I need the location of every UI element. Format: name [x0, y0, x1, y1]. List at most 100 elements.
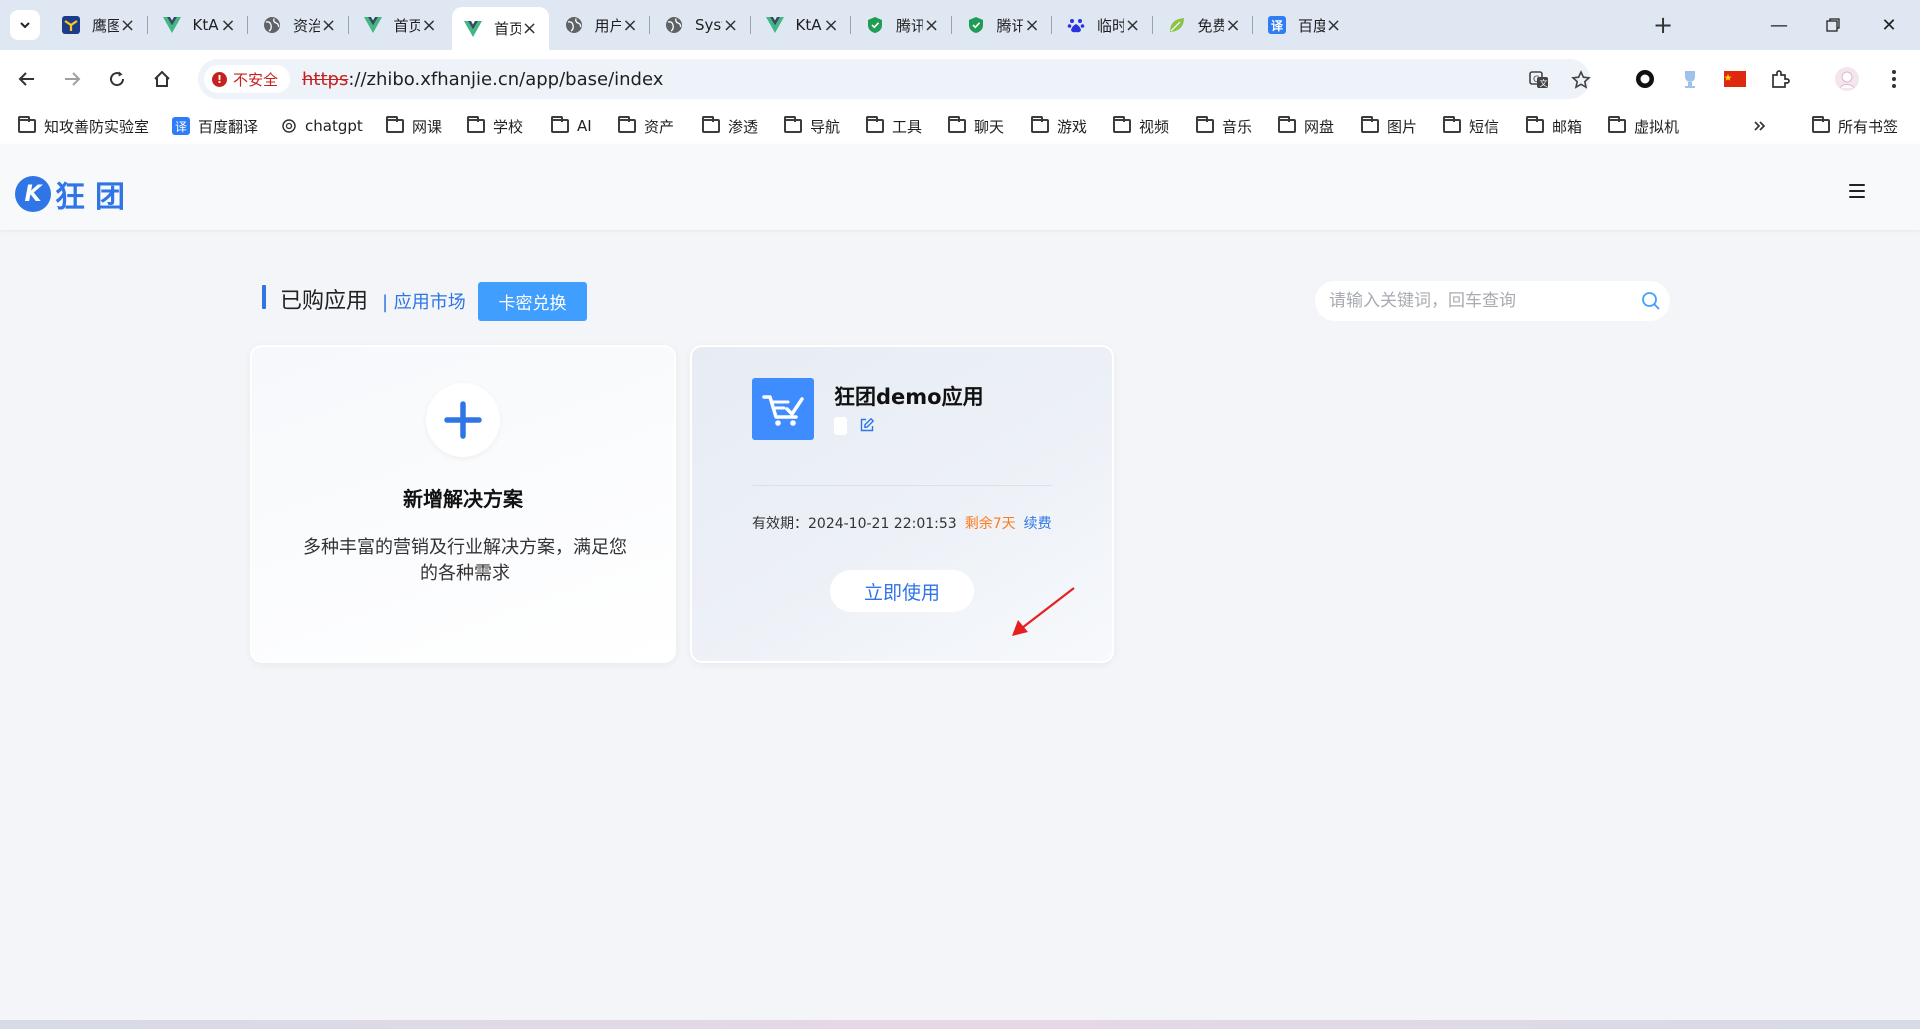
menu-toggle-button[interactable]: [1849, 184, 1865, 198]
renew-link[interactable]: 续费: [1024, 516, 1052, 532]
reload-button[interactable]: [102, 64, 132, 94]
new-tab-button[interactable]: +: [1650, 11, 1676, 39]
translate-page-icon[interactable]: G文: [1528, 69, 1550, 91]
extension-flag-icon[interactable]: [1722, 66, 1748, 92]
vue-icon: [162, 16, 181, 34]
close-icon[interactable]: ×: [420, 15, 438, 36]
bookmark-item[interactable]: 聊天: [948, 114, 1004, 138]
bookmark-item[interactable]: 音乐: [1196, 114, 1252, 138]
url-text[interactable]: https://zhibo.xfhanjie.cn/app/base/index: [302, 69, 663, 90]
close-icon[interactable]: ×: [621, 15, 639, 36]
all-bookmarks-folder[interactable]: 所有书签: [1812, 114, 1898, 138]
folder-icon: [866, 116, 884, 133]
browser-tab[interactable]: Syste×: [653, 7, 750, 43]
bookmark-item[interactable]: 图片: [1361, 114, 1417, 138]
browser-tab[interactable]: 资治通×: [251, 7, 348, 43]
bookmark-item[interactable]: 译百度翻译: [172, 114, 258, 138]
bookmark-item[interactable]: 资产: [618, 114, 674, 138]
bookmark-item[interactable]: chatgpt: [281, 114, 363, 138]
bookmark-label: AI: [577, 117, 592, 135]
tab-separator: [1151, 16, 1153, 34]
bookmark-item[interactable]: 知攻善防实验室: [18, 114, 149, 138]
browser-tab[interactable]: KtAd×: [151, 7, 248, 43]
close-icon[interactable]: ×: [1023, 15, 1041, 36]
tab-title: 资治通: [293, 16, 320, 35]
tab-title: 首页: [494, 20, 521, 38]
app-market-link[interactable]: | 应用市场: [382, 288, 466, 314]
search-icon[interactable]: [1641, 291, 1661, 311]
bookmark-item[interactable]: 渗透: [702, 114, 758, 138]
tab-separator: [850, 16, 851, 34]
extension-circle-icon[interactable]: [1632, 66, 1658, 92]
close-icon[interactable]: ×: [722, 15, 740, 36]
address-bar[interactable]: ! 不安全 https://zhibo.xfhanjie.cn/app/base…: [198, 59, 1592, 99]
bookmark-label: 游戏: [1057, 117, 1088, 136]
more-bookmarks-button[interactable]: [1753, 114, 1767, 138]
site-logo[interactable]: K 狂团: [15, 172, 135, 216]
minimize-button[interactable]: —: [1756, 10, 1802, 40]
search-input[interactable]: [1329, 289, 1629, 313]
close-icon[interactable]: ×: [219, 15, 237, 36]
bookmark-item[interactable]: 导航: [784, 114, 840, 138]
bookmark-item[interactable]: AI: [551, 114, 592, 138]
edit-icon[interactable]: [859, 417, 875, 433]
browser-tab[interactable]: 用户/×: [553, 7, 650, 43]
browser-tab[interactable]: 临时 ×: [1055, 7, 1152, 43]
extension-trophy-icon[interactable]: [1677, 66, 1703, 92]
forward-button[interactable]: [57, 64, 87, 94]
expiry-value: 2024-10-21 22:01:53: [808, 516, 957, 532]
browser-tab[interactable]: 译百度 ×: [1256, 7, 1353, 43]
extensions-puzzle-icon[interactable]: [1767, 66, 1793, 92]
security-chip[interactable]: ! 不安全: [204, 65, 291, 93]
bookmark-label: 百度翻译: [198, 117, 259, 136]
bookmark-item[interactable]: 网盘: [1278, 114, 1334, 138]
browser-tab[interactable]: KtAd×: [754, 7, 851, 43]
redeem-card-button[interactable]: 卡密兑换: [478, 282, 587, 321]
use-now-button[interactable]: 立即使用: [830, 570, 974, 612]
close-icon[interactable]: ×: [923, 15, 941, 36]
tab-search-button[interactable]: [10, 10, 40, 40]
back-button[interactable]: [12, 64, 42, 94]
svg-text:译: 译: [1271, 19, 1284, 33]
browser-tab[interactable]: 腾讯 ×: [854, 7, 951, 43]
browser-tab[interactable]: 腾讯 ×: [955, 7, 1052, 43]
bookmark-label: 学校: [493, 117, 524, 136]
section-title-accent: [262, 285, 266, 309]
card-divider: [752, 485, 1052, 486]
add-button[interactable]: [426, 383, 500, 457]
bookmark-item[interactable]: 虚拟机: [1608, 114, 1679, 138]
bookmark-item[interactable]: 学校: [467, 114, 523, 138]
folder-icon: [1361, 116, 1379, 133]
bookmark-star-icon[interactable]: [1570, 69, 1592, 91]
browser-tab[interactable]: 鹰图平×: [50, 7, 147, 43]
bookmark-item[interactable]: 网课: [386, 114, 442, 138]
page-content: K 狂团 已购应用 | 应用市场 卡密兑换 新增解决方案 多种丰富的营销及行业解…: [0, 144, 1920, 1029]
bookmark-item[interactable]: 游戏: [1031, 114, 1087, 138]
restore-button[interactable]: [1810, 10, 1856, 40]
close-icon[interactable]: ×: [320, 15, 338, 36]
bookmark-label: chatgpt: [305, 117, 363, 135]
vue-icon: [363, 16, 382, 34]
folder-icon: [1113, 116, 1131, 133]
close-icon[interactable]: ×: [822, 15, 840, 36]
profile-avatar[interactable]: [1834, 66, 1860, 92]
browser-tab[interactable]: 首页 ×: [452, 7, 549, 50]
close-icon[interactable]: ×: [521, 18, 539, 39]
add-solution-card[interactable]: 新增解决方案 多种丰富的营销及行业解决方案，满足您的各种需求: [250, 345, 676, 663]
home-button[interactable]: [147, 64, 177, 94]
bookmark-item[interactable]: 工具: [866, 114, 922, 138]
close-icon[interactable]: ×: [1124, 15, 1142, 36]
close-icon[interactable]: ×: [119, 15, 137, 36]
browser-tab[interactable]: 首页 ×: [352, 7, 449, 43]
bookmark-item[interactable]: 邮箱: [1526, 114, 1582, 138]
bookmark-label: 资产: [644, 117, 675, 136]
browser-tab[interactable]: 免费 ×: [1156, 7, 1253, 43]
tab-title: 首页: [393, 16, 421, 35]
browser-menu-button[interactable]: [1881, 66, 1907, 92]
bookmark-item[interactable]: 短信: [1443, 114, 1499, 138]
close-window-button[interactable]: ✕: [1866, 10, 1912, 40]
bookmark-item[interactable]: 视频: [1113, 114, 1169, 138]
menu-line: [1849, 195, 1865, 198]
close-icon[interactable]: ×: [1224, 15, 1242, 36]
close-icon[interactable]: ×: [1325, 15, 1343, 36]
